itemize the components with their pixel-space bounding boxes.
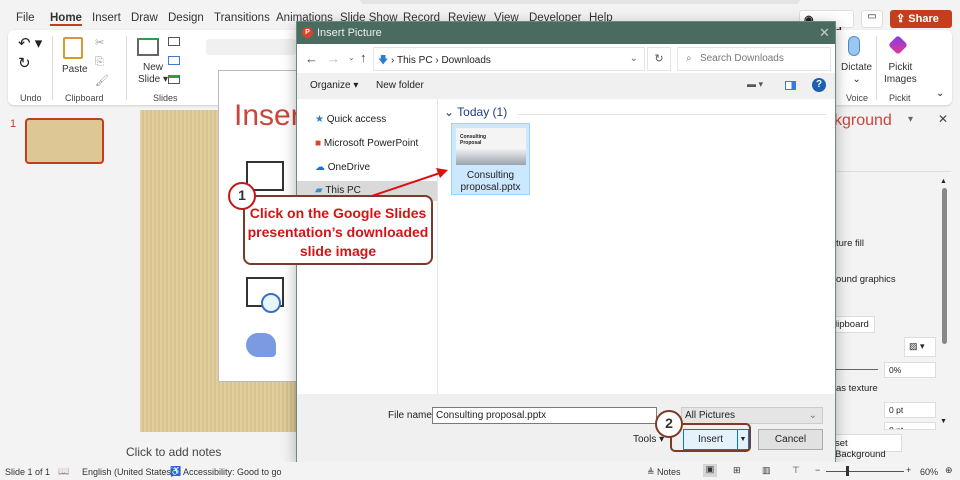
slideshow-icon[interactable]: ⊤ [792, 465, 800, 476]
normal-view-icon[interactable]: ▣ [703, 464, 717, 477]
zoom-slider[interactable] [826, 471, 904, 472]
status-bar: Slide 1 of 1 📖 English (United States) ♿… [0, 462, 960, 480]
step2-badge: 2 [655, 410, 683, 438]
annotation-arrow [344, 168, 448, 206]
step1-badge: 1 [228, 182, 256, 210]
spellcheck-icon[interactable]: 📖 [58, 466, 69, 477]
accessibility-icon[interactable]: ♿ [170, 466, 181, 477]
slide-counter: Slide 1 of 1 [5, 467, 51, 477]
zoom-out-icon[interactable]: − [815, 465, 820, 475]
fit-to-window-icon[interactable]: ⊕ [945, 465, 953, 476]
zoom-level[interactable]: 60% [920, 467, 938, 477]
notes-label: Notes [657, 467, 681, 477]
notes-button[interactable]: ≜ Notes [647, 467, 681, 478]
slide-sorter-icon[interactable]: ⊞ [733, 465, 741, 476]
language[interactable]: English (United States) [82, 467, 174, 477]
accessibility-status[interactable]: Accessibility: Good to go [183, 467, 282, 477]
reading-view-icon[interactable]: ▥ [762, 465, 771, 476]
zoom-in-icon[interactable]: + [906, 465, 911, 475]
zoom-slider-thumb[interactable] [846, 466, 849, 476]
step1-callout: Click on the Google Slides presentation’… [243, 195, 433, 265]
